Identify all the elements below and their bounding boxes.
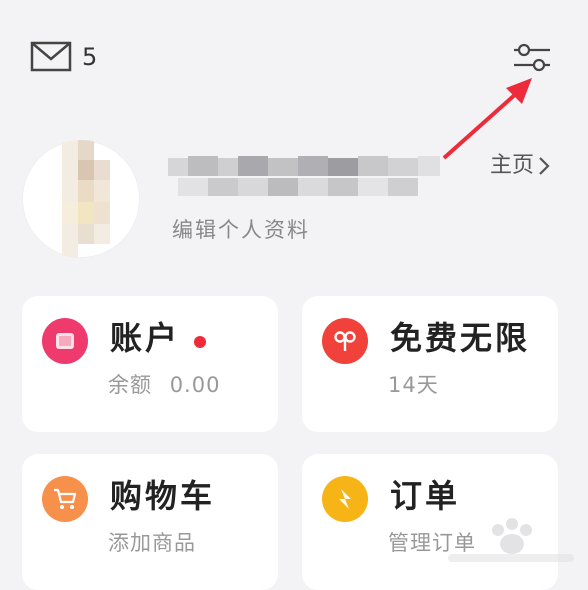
settings-sliders-icon[interactable]	[512, 40, 552, 74]
balance-value: 0.00	[169, 373, 221, 397]
cart-title: 购物车	[110, 477, 216, 515]
account-icon	[42, 318, 88, 364]
account-card[interactable]: 账户 余额 0.00	[22, 296, 278, 432]
cart-subtitle: 添加商品	[108, 531, 196, 555]
free-unlimited-card[interactable]: 免费无限 14天	[302, 296, 558, 432]
balance-line: 余额 0.00	[108, 370, 220, 400]
cart-icon	[42, 476, 88, 522]
account-title: 账户	[110, 319, 181, 357]
chevron-right-icon	[539, 157, 550, 175]
orders-icon	[322, 476, 368, 522]
watermark-logo	[448, 518, 574, 562]
avatar-mosaic	[62, 140, 110, 258]
free-infinite-icon	[322, 318, 368, 364]
mail-count[interactable]: 5	[82, 42, 97, 72]
notification-dot	[194, 336, 206, 348]
edit-profile-link[interactable]: 编辑个人资料	[172, 214, 310, 246]
username-blurred	[168, 156, 440, 198]
free-unlimited-title: 免费无限	[390, 319, 531, 357]
shopping-cart-card[interactable]: 购物车 添加商品	[22, 454, 278, 590]
home-page-link[interactable]: 主页	[490, 150, 550, 182]
mail-icon[interactable]	[30, 40, 74, 74]
free-duration: 14天	[388, 373, 439, 397]
home-page-label: 主页	[490, 153, 535, 178]
avatar[interactable]	[22, 140, 140, 258]
balance-label: 余额	[108, 373, 152, 397]
